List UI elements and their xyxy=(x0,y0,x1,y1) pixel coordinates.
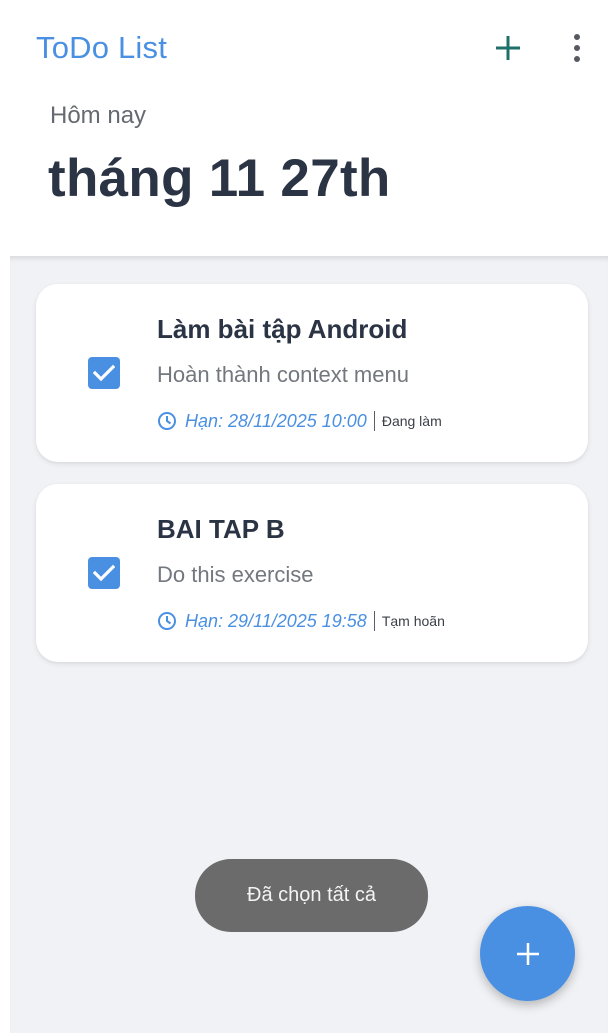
app-bar: ToDo List xyxy=(0,0,608,100)
task-status: Tạm hoãn xyxy=(381,613,445,629)
task-checkbox[interactable] xyxy=(88,557,120,589)
toast-message: Đã chọn tất cả xyxy=(195,859,428,932)
task-status: Đang làm xyxy=(381,413,442,429)
task-card[interactable]: BAI TAP B Do this exercise Hạn: 29/11/20… xyxy=(36,484,588,662)
task-meta: Hạn: 29/11/2025 19:58 Tạm hoãn xyxy=(157,608,445,634)
clock-icon xyxy=(157,611,177,631)
plus-icon xyxy=(496,36,520,60)
add-task-fab[interactable] xyxy=(480,906,575,1001)
today-label: Hôm nay xyxy=(50,102,147,129)
task-meta: Hạn: 28/11/2025 10:00 Đang làm xyxy=(157,408,442,434)
clock-icon xyxy=(157,411,177,431)
task-deadline: Hạn: 28/11/2025 10:00 xyxy=(185,410,367,431)
check-icon xyxy=(93,564,115,582)
task-description: Hoàn thành context menu xyxy=(157,362,409,387)
task-card[interactable]: Làm bài tập Android Hoàn thành context m… xyxy=(36,284,588,462)
task-deadline: Hạn: 29/11/2025 19:58 xyxy=(185,610,367,631)
date-heading: tháng 11 27th xyxy=(48,149,391,208)
check-icon xyxy=(93,364,115,382)
app-title: ToDo List xyxy=(36,30,168,65)
more-options-button[interactable] xyxy=(560,28,594,68)
more-vertical-icon xyxy=(574,34,580,62)
task-checkbox[interactable] xyxy=(88,357,120,389)
task-title: BAI TAP B xyxy=(157,514,285,544)
add-task-action-button[interactable] xyxy=(488,28,528,68)
todo-screen: ToDo List Hôm nay tháng 11 27th Làm bài … xyxy=(0,0,608,1033)
task-title: Làm bài tập Android xyxy=(157,314,408,344)
meta-divider xyxy=(373,611,375,631)
plus-icon xyxy=(516,942,539,965)
task-description: Do this exercise xyxy=(157,562,314,587)
meta-divider xyxy=(373,411,375,431)
